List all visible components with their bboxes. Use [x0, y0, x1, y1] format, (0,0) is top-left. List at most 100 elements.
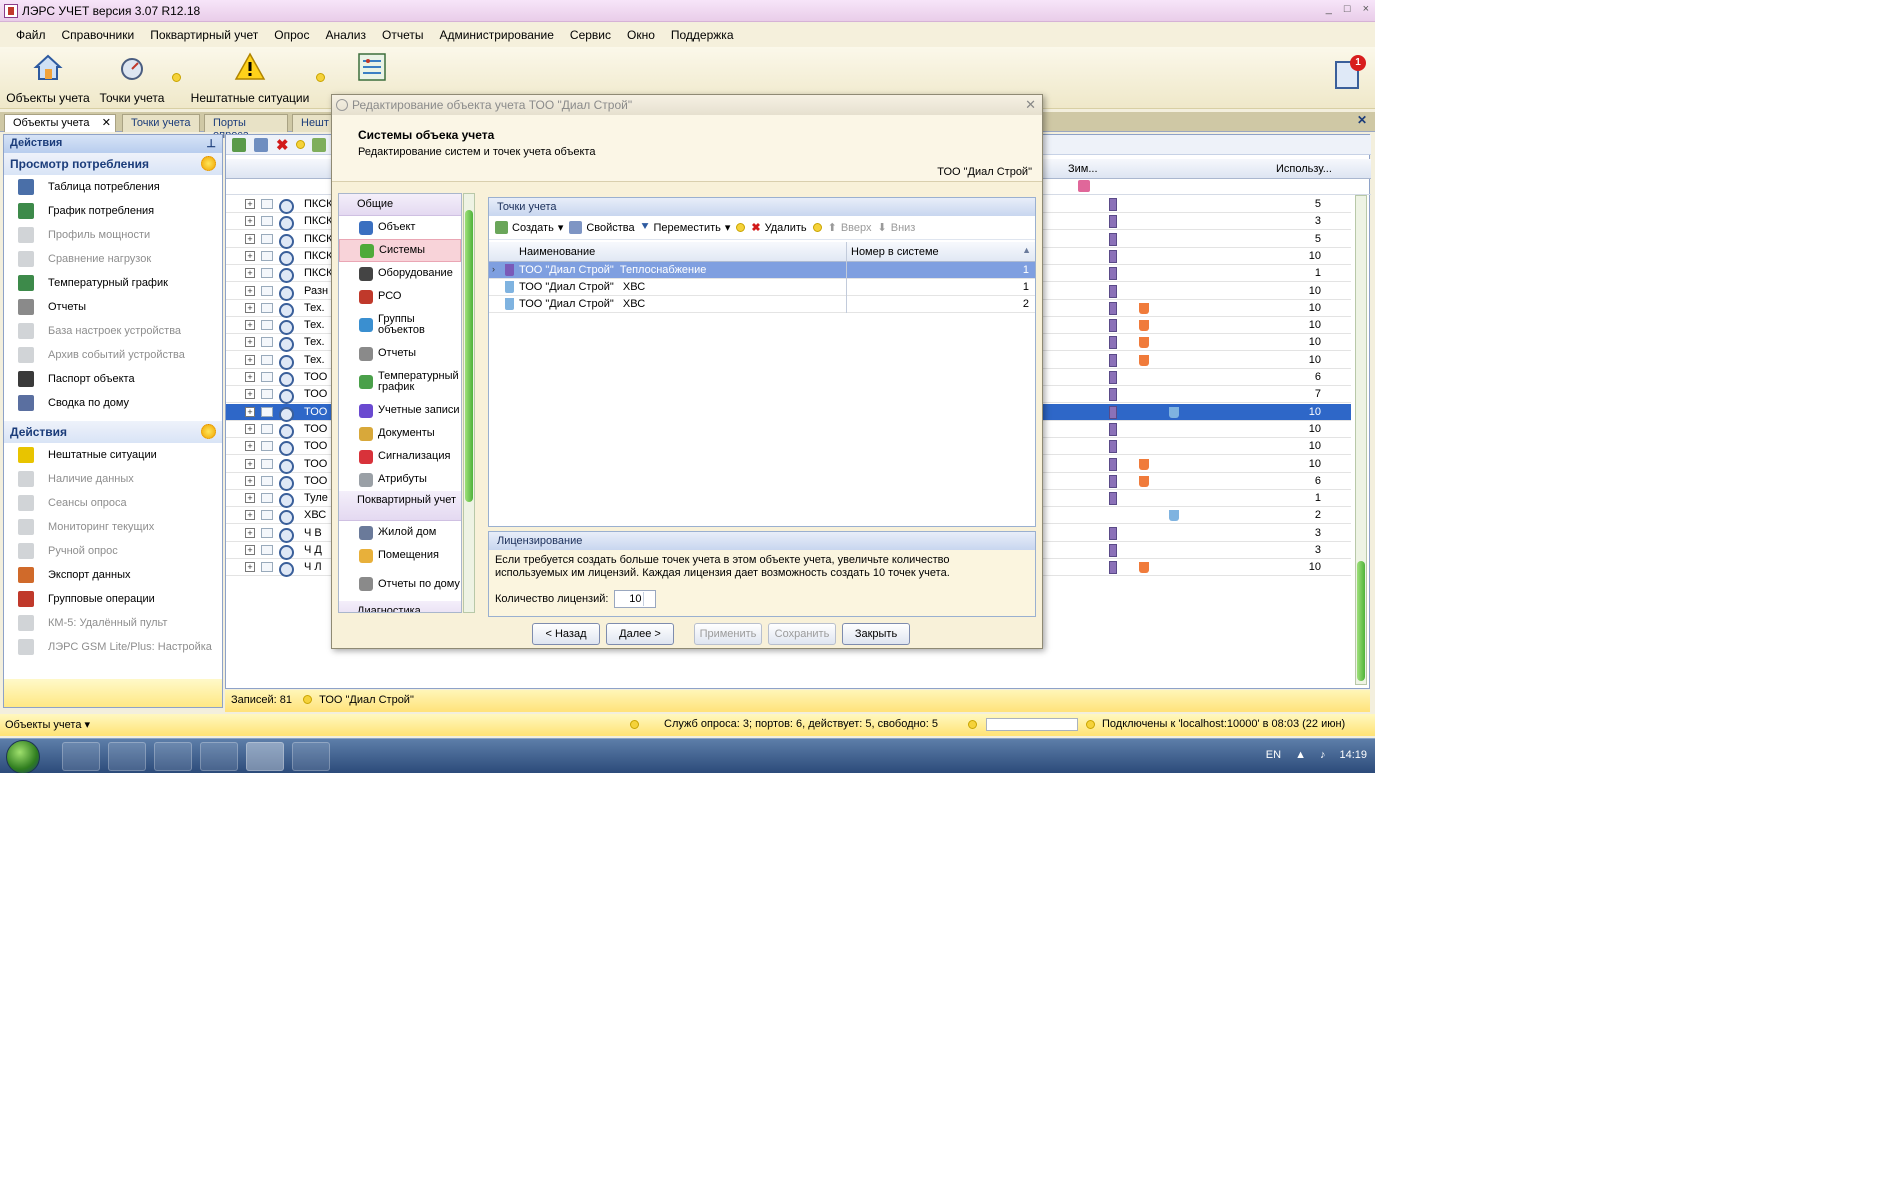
expand-icon[interactable]: + — [245, 423, 255, 434]
expand-icon[interactable]: + — [245, 510, 255, 521]
app-taskbar-button[interactable] — [292, 742, 330, 771]
row-checkbox[interactable] — [261, 562, 273, 573]
close-all-tabs-icon[interactable]: ✕ — [1357, 113, 1367, 127]
row-checkbox[interactable] — [261, 268, 273, 279]
nav-item[interactable]: Группы объектов — [339, 308, 461, 342]
expand-icon[interactable]: + — [245, 199, 255, 209]
view-selector[interactable]: Объекты учета ▾ — [5, 718, 90, 731]
back-button[interactable]: < Назад — [532, 623, 600, 645]
edit-icon[interactable] — [254, 138, 268, 152]
nav-item[interactable]: Отчеты — [339, 342, 461, 365]
menu-references[interactable]: Справочники — [54, 28, 143, 42]
nav-item[interactable]: Отчеты по дому — [339, 567, 461, 601]
table-row[interactable]: ТОО "Диал Строй" ХВС 2 — [489, 296, 1035, 313]
row-checkbox[interactable] — [261, 285, 273, 296]
menu-reports[interactable]: Отчеты — [374, 28, 431, 42]
scrollbar-thumb[interactable] — [1357, 561, 1365, 681]
expand-icon[interactable]: + — [245, 562, 255, 573]
nav-item[interactable]: Объект — [339, 216, 461, 239]
menu-analysis[interactable]: Анализ — [317, 28, 374, 42]
nav-item[interactable]: Системы — [339, 239, 461, 262]
delete-button[interactable]: ✖ Удалить — [751, 221, 806, 235]
expand-icon[interactable]: + — [245, 527, 255, 538]
create-button[interactable]: Создать ▾ — [495, 221, 563, 234]
action-item[interactable]: КМ-5: Удалённый пульт — [4, 611, 222, 635]
nav-item[interactable]: Документы — [339, 422, 461, 445]
menu-support[interactable]: Поддержка — [663, 28, 742, 42]
action-item[interactable]: Групповые операции — [4, 587, 222, 611]
notifications-button[interactable]: 1 — [1335, 55, 1366, 89]
expand-icon[interactable]: + — [245, 302, 255, 313]
row-checkbox[interactable] — [261, 389, 273, 400]
action-item[interactable]: Температурный график — [4, 271, 222, 295]
collapse-sun-icon[interactable] — [201, 156, 216, 171]
action-item[interactable]: Наличие данных — [4, 467, 222, 491]
maximize-button[interactable]: □ — [1344, 3, 1351, 15]
expand-icon[interactable]: + — [245, 458, 255, 469]
firefox-taskbar-button[interactable] — [200, 742, 238, 771]
col-name[interactable]: Наименование — [519, 246, 595, 258]
row-checkbox[interactable] — [261, 441, 273, 452]
expand-icon[interactable]: + — [245, 354, 255, 365]
row-checkbox[interactable] — [261, 475, 273, 486]
action-item[interactable]: График потребления — [4, 199, 222, 223]
tab-points[interactable]: Точки учета — [122, 114, 200, 132]
expand-icon[interactable]: + — [245, 250, 255, 261]
action-item[interactable]: ЛЭРС GSM Lite/Plus: Настройка — [4, 635, 222, 659]
close-button[interactable]: × — [1363, 3, 1369, 15]
row-checkbox[interactable] — [261, 302, 273, 313]
clock[interactable]: 14:19 — [1339, 749, 1367, 761]
add-icon[interactable] — [232, 138, 246, 152]
menu-polling[interactable]: Опрос — [266, 28, 317, 42]
pin-icon[interactable]: ⊥ — [206, 137, 216, 150]
col-used[interactable]: Использу... — [1276, 163, 1332, 175]
expand-icon[interactable]: + — [245, 545, 255, 555]
row-checkbox[interactable] — [261, 250, 273, 261]
table-row[interactable]: ТОО "Диал Строй" ХВС 1 — [489, 279, 1035, 296]
lers-taskbar-button[interactable] — [246, 742, 284, 771]
alarms-ribbon-button[interactable]: Нештатные ситуации — [188, 51, 312, 105]
nav-item[interactable]: Жилой дом — [339, 521, 461, 544]
minimize-button[interactable]: _ — [1326, 3, 1332, 15]
save-button[interactable]: Сохранить — [768, 623, 836, 645]
row-checkbox[interactable] — [261, 233, 273, 244]
row-checkbox[interactable] — [261, 458, 273, 469]
action-item[interactable]: База настроек устройства — [4, 319, 222, 343]
collapse-sun-icon[interactable] — [201, 424, 216, 439]
row-checkbox[interactable] — [261, 354, 273, 365]
tray-arrow-icon[interactable]: ▲ — [1295, 749, 1306, 761]
row-checkbox[interactable] — [261, 493, 273, 504]
nav-item[interactable]: Сигнализация — [339, 445, 461, 468]
action-item[interactable]: Отчеты — [4, 295, 222, 319]
section-actions[interactable]: Действия — [4, 421, 222, 443]
action-item[interactable]: Нештатные ситуации — [4, 443, 222, 467]
row-checkbox[interactable] — [261, 199, 273, 209]
tab-ports[interactable]: Порты опроса — [204, 114, 288, 141]
nav-item[interactable]: Температурный график — [339, 365, 461, 399]
nav-item[interactable]: Оборудование — [339, 262, 461, 285]
delete-icon[interactable]: ✖ — [276, 136, 289, 154]
points-ribbon-button[interactable]: Точки учета — [96, 51, 168, 105]
objects-ribbon-button[interactable]: Объекты учета — [6, 51, 90, 105]
next-button[interactable]: Далее > — [606, 623, 674, 645]
close-dialog-button[interactable]: Закрыть — [842, 623, 910, 645]
action-item[interactable]: Таблица потребления — [4, 175, 222, 199]
down-button[interactable]: ⬇ Вниз — [878, 221, 916, 235]
col-number[interactable]: Номер в системе — [851, 246, 939, 258]
grid-scrollbar[interactable] — [1355, 195, 1367, 685]
menu-window[interactable]: Окно — [619, 28, 663, 42]
nav-item[interactable]: Учетные записи — [339, 399, 461, 422]
explorer-taskbar-button[interactable] — [154, 742, 192, 771]
expand-icon[interactable]: + — [245, 406, 255, 417]
tab-alarms[interactable]: Нешт — [292, 114, 332, 132]
row-checkbox[interactable] — [261, 320, 273, 331]
up-button[interactable]: ⬆ Вверх — [828, 221, 872, 235]
menu-file[interactable]: Файл — [8, 28, 54, 42]
expand-icon[interactable]: + — [245, 441, 255, 452]
nav-item[interactable]: Помещения — [339, 544, 461, 567]
media-player-taskbar-button[interactable] — [62, 742, 100, 771]
nav-item[interactable]: Атрибуты — [339, 468, 461, 491]
row-checkbox[interactable] — [261, 372, 273, 382]
expand-icon[interactable]: + — [245, 285, 255, 296]
action-item[interactable]: Мониторинг текущих — [4, 515, 222, 539]
